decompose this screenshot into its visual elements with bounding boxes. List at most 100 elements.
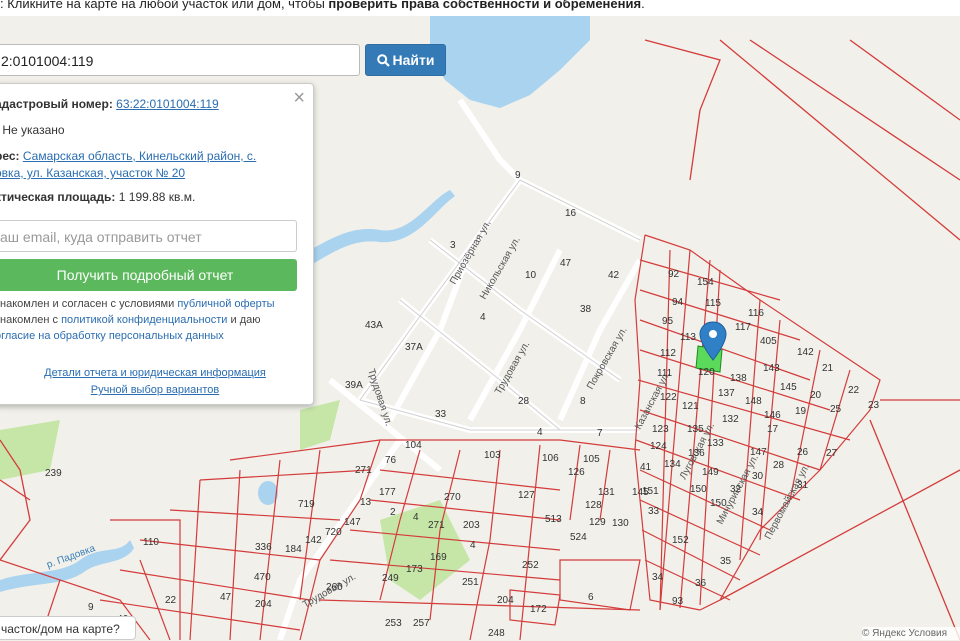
instruction-bar: : Кликните на карте на любой участок или… bbox=[0, 0, 960, 16]
parcel-number: 147 bbox=[750, 447, 767, 458]
parcel-number: 28 bbox=[773, 460, 785, 471]
parcel-number: 336 bbox=[255, 542, 272, 553]
offer-link[interactable]: публичной оферты bbox=[177, 298, 274, 310]
privacy-link[interactable]: политикой конфиденциальности bbox=[61, 314, 227, 326]
parcel-number: 122 bbox=[660, 392, 677, 403]
parcel-number: 6 bbox=[588, 592, 594, 603]
manual-row: Ручной выбор вариантов bbox=[0, 384, 315, 396]
parcel-number: 22 bbox=[848, 385, 860, 396]
agree-privacy: знакомлен с политикой конфиденциальности… bbox=[0, 312, 295, 328]
instruction-text: : Кликните на карте на любой участок или… bbox=[0, 0, 329, 11]
parcel-number: 47 bbox=[220, 592, 232, 603]
parcel-number: 106 bbox=[542, 453, 559, 464]
parcel-number: 145 bbox=[780, 382, 797, 393]
agree-offer: знакомлен и согласен с условиями публичн… bbox=[0, 296, 295, 312]
parcel-number: 131 bbox=[598, 487, 615, 498]
parcel-number: 117 bbox=[735, 322, 751, 333]
manual-select-link[interactable]: Ручной выбор вариантов bbox=[91, 384, 219, 396]
agree-consent: огласие на обработку персональных данных bbox=[0, 328, 295, 344]
get-report-button[interactable]: Получить подробный отчет bbox=[0, 259, 297, 291]
parcel-number: 154 bbox=[697, 277, 714, 288]
parcel-number: 127 bbox=[518, 490, 535, 501]
parcel-number: 93 bbox=[672, 596, 684, 607]
parcel-number: 123 bbox=[652, 424, 669, 435]
parcel-number: 172 bbox=[530, 604, 547, 615]
parcel-number: 470 bbox=[254, 572, 271, 583]
parcel-number: 4 bbox=[413, 512, 419, 523]
parcel-number: 104 bbox=[405, 440, 422, 451]
parcel-number: 4 bbox=[470, 540, 476, 551]
parcel-number: 30 bbox=[752, 471, 764, 482]
parcel-number: 720 bbox=[325, 527, 342, 538]
parcel-number: 146 bbox=[764, 410, 781, 421]
parcel-number: 252 bbox=[522, 560, 539, 571]
parcel-number: 260 bbox=[326, 582, 343, 593]
cadastral-number-link[interactable]: 63:22:0101004:119 bbox=[116, 97, 219, 111]
find-button[interactable]: Найти bbox=[365, 44, 446, 76]
parcel-number: 239 bbox=[45, 468, 62, 479]
parcel-number: 150 bbox=[690, 484, 707, 495]
parcel-number: 147 bbox=[344, 517, 361, 528]
parcel-number: 35 bbox=[720, 556, 732, 567]
close-icon[interactable]: × bbox=[293, 88, 305, 108]
parcel-number: 128 bbox=[585, 500, 602, 511]
parcel-number: 177 bbox=[379, 487, 396, 498]
agree-text: и даю bbox=[227, 314, 261, 326]
parcel-number: 145 bbox=[632, 487, 649, 498]
parcel-number: 2 bbox=[390, 507, 396, 518]
type-value: Не указано bbox=[2, 123, 65, 137]
parcel-number: 251 bbox=[462, 577, 479, 588]
parcel-number: 253 bbox=[385, 618, 402, 629]
agree-text: знакомлен и согласен с условиями bbox=[0, 298, 178, 310]
parcel-number: 47 bbox=[560, 258, 572, 269]
parcel-number: 134 bbox=[664, 459, 681, 470]
parcel-number: 76 bbox=[385, 455, 397, 466]
parcel-number: 20 bbox=[810, 390, 822, 401]
parcel-number: 27 bbox=[826, 448, 838, 459]
parcel-number: 115 bbox=[705, 298, 721, 309]
parcel-number: 137 bbox=[718, 388, 735, 399]
type-row: : Не указано bbox=[0, 123, 65, 137]
parcel-number: 405 bbox=[760, 336, 777, 347]
parcel-number: 22 bbox=[165, 595, 177, 606]
cadastral-row: адастровый номер: 63:22:0101004:119 bbox=[0, 97, 219, 111]
parcel-number: 33 bbox=[648, 506, 660, 517]
address-link[interactable]: Самарская область, Кинельский район, с. bbox=[23, 149, 256, 163]
parcel-number: 32 bbox=[730, 484, 742, 495]
parcel-number: 95 bbox=[662, 316, 674, 327]
parcel-number: 116 bbox=[748, 308, 764, 319]
area-value: 1 199.88 кв.м. bbox=[118, 190, 196, 204]
parcel-number: 204 bbox=[497, 595, 514, 606]
parcel-number: 36 bbox=[695, 578, 707, 589]
cadastral-search-input[interactable]: 2:0101004:119 bbox=[0, 44, 360, 76]
parcel-number: 19 bbox=[795, 406, 807, 417]
parcel-number: 10 bbox=[525, 270, 537, 281]
parcel-number: 4 bbox=[480, 312, 486, 323]
bottom-tip[interactable]: часток/дом на карте? bbox=[0, 616, 136, 640]
cadastral-label: адастровый номер: bbox=[0, 97, 113, 111]
parcel-number: 111 bbox=[657, 368, 673, 379]
parcel-number: 248 bbox=[488, 628, 505, 639]
parcel-number: 143 bbox=[763, 363, 780, 374]
instruction-bold: проверить права собственности и обремене… bbox=[328, 0, 642, 11]
parcel-number: 105 bbox=[583, 454, 600, 465]
parcel-number: 138 bbox=[730, 373, 747, 384]
parcel-number: 21 bbox=[822, 363, 834, 374]
area-label: ктическая площадь: bbox=[0, 190, 116, 204]
parcel-number: 133 bbox=[707, 438, 724, 449]
parcel-number: 23 bbox=[868, 400, 880, 411]
parcel-number: 33 bbox=[435, 409, 447, 420]
parcel-number: 9 bbox=[88, 602, 94, 613]
parcel-number: 28 bbox=[518, 396, 530, 407]
details-link[interactable]: Детали отчета и юридическая информация bbox=[44, 367, 266, 379]
parcel-info-popup: × адастровый номер: 63:22:0101004:119 : … bbox=[0, 83, 314, 405]
parcel-number: 203 bbox=[463, 520, 480, 531]
consent-link[interactable]: огласие на обработку персональных данных bbox=[0, 330, 224, 342]
parcel-number: 8 bbox=[580, 396, 586, 407]
parcel-number: 129 bbox=[589, 517, 606, 528]
address-row-2: овка, ул. Казанская, участок № 20 bbox=[0, 166, 185, 180]
map-attribution: © Яндекс Условия bbox=[862, 627, 960, 640]
email-field[interactable]: аш email, куда отправить отчет bbox=[0, 220, 297, 252]
address-link-2[interactable]: овка, ул. Казанская, участок № 20 bbox=[0, 166, 185, 180]
parcel-number: 719 bbox=[298, 499, 315, 510]
